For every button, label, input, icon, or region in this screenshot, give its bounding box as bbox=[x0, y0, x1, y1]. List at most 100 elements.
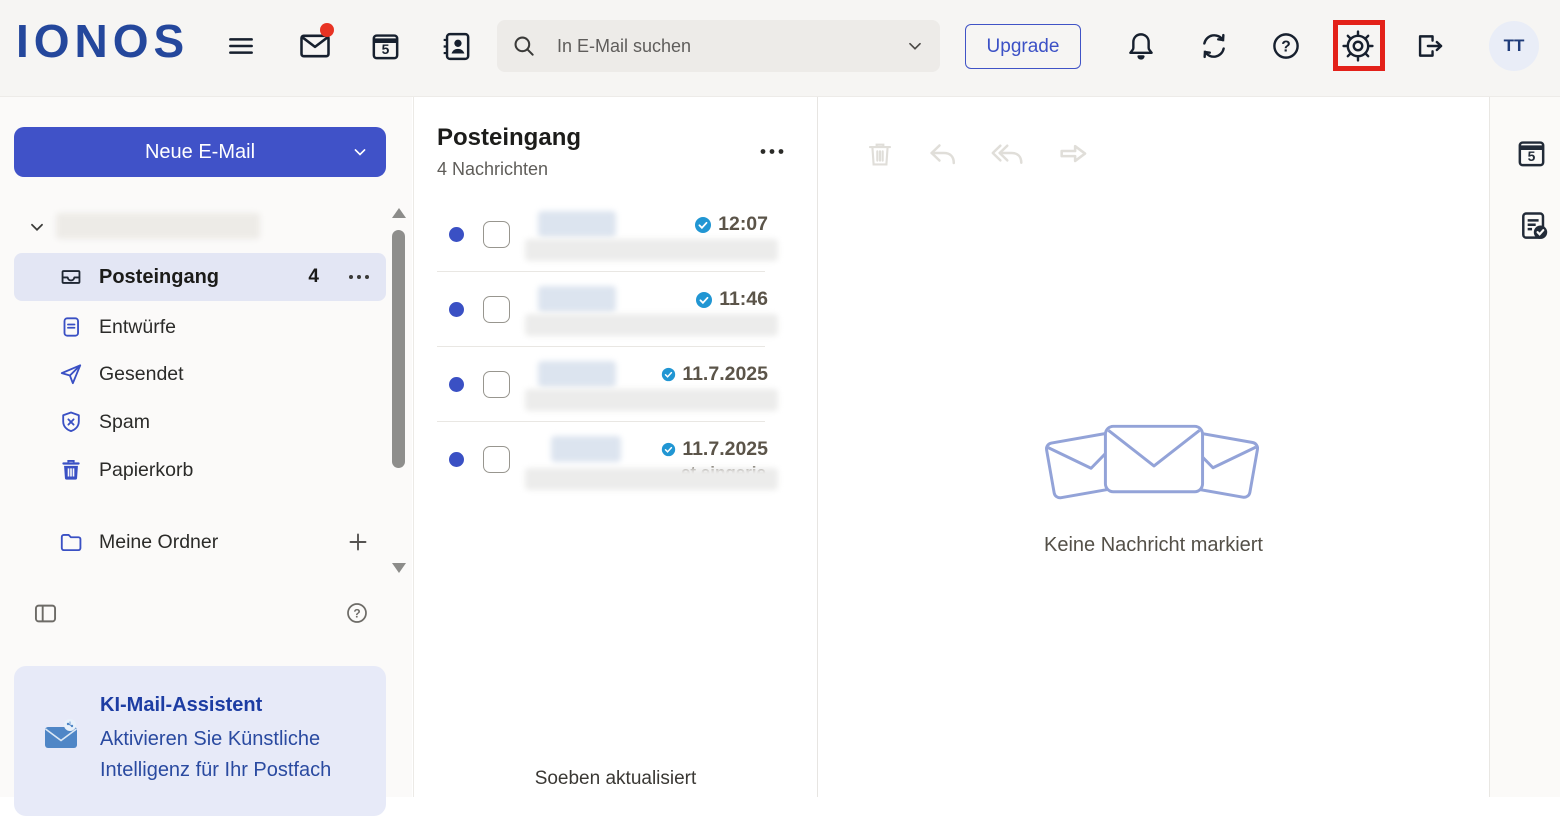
unread-dot bbox=[449, 227, 464, 242]
sender-redacted bbox=[538, 286, 616, 312]
help-icon: ? bbox=[1269, 29, 1303, 63]
chevron-down-icon bbox=[26, 216, 48, 238]
mail-module-button[interactable] bbox=[293, 24, 337, 68]
sidebar-item-label: Spam bbox=[99, 411, 150, 434]
folder-icon bbox=[58, 529, 84, 555]
trash-icon bbox=[864, 137, 896, 171]
rail-calendar-button[interactable]: 5 bbox=[1514, 136, 1549, 174]
empty-state-message: Keine Nachricht markiert bbox=[818, 534, 1489, 557]
folder-unread-count: 4 bbox=[308, 266, 319, 288]
gear-icon bbox=[1341, 29, 1375, 63]
unread-dot bbox=[449, 302, 464, 317]
contacts-module-button[interactable] bbox=[434, 24, 478, 68]
hamburger-menu-button[interactable] bbox=[219, 24, 263, 68]
reply-all-button[interactable] bbox=[984, 136, 1018, 172]
folder-more-icon[interactable] bbox=[348, 274, 370, 280]
message-list-count: 4 Nachrichten bbox=[437, 159, 548, 180]
list-refresh-status: Soeben aktualisiert bbox=[413, 768, 818, 790]
logout-icon bbox=[1413, 29, 1447, 63]
message-time: 11:46 bbox=[719, 288, 768, 311]
subject-redacted bbox=[525, 389, 778, 411]
svg-text:?: ? bbox=[353, 606, 360, 620]
scrollbar-thumb[interactable] bbox=[392, 230, 405, 468]
scrollbar-down-arrow[interactable] bbox=[392, 563, 406, 573]
list-more-button[interactable] bbox=[750, 134, 794, 168]
message-checkbox[interactable] bbox=[483, 446, 510, 473]
sidebar-item-label: Meine Ordner bbox=[99, 531, 218, 554]
subject-redacted bbox=[525, 314, 778, 336]
calendar-module-button[interactable]: 5 bbox=[363, 24, 407, 68]
ai-assistant-title: KI-Mail-Assistent bbox=[100, 694, 262, 717]
message-row[interactable]: 12:07 bbox=[413, 197, 818, 272]
scrollbar-up-arrow[interactable] bbox=[392, 208, 406, 218]
envelopes-illustration bbox=[1038, 420, 1266, 504]
forward-button[interactable] bbox=[1050, 136, 1084, 172]
subject-redacted bbox=[525, 239, 778, 261]
delete-message-button[interactable] bbox=[858, 136, 892, 172]
hamburger-icon bbox=[225, 30, 257, 62]
settings-button[interactable] bbox=[1336, 24, 1380, 68]
sidebar-item-label: Posteingang bbox=[99, 266, 219, 289]
sidebar-item-posteingang[interactable]: Posteingang 4 bbox=[14, 253, 386, 301]
sidebar-item-label: Papierkorb bbox=[99, 459, 193, 482]
svg-text:5: 5 bbox=[1528, 148, 1536, 164]
sidebar-item-papierkorb[interactable]: Papierkorb bbox=[14, 447, 386, 493]
sender-redacted bbox=[551, 436, 621, 462]
ai-assistant-card[interactable]: KI-Mail-Assistent Aktivieren Sie Künstli… bbox=[14, 666, 386, 816]
calendar-icon: 5 bbox=[368, 29, 403, 64]
sender-redacted bbox=[538, 361, 616, 387]
reply-button[interactable] bbox=[920, 136, 954, 172]
sidebar-help-button[interactable]: ? bbox=[338, 594, 376, 632]
account-collapse-chevron[interactable] bbox=[26, 216, 48, 243]
search-icon bbox=[511, 33, 537, 59]
question-circle-icon: ? bbox=[344, 600, 370, 626]
draft-document-icon bbox=[58, 314, 84, 340]
account-name-redacted[interactable] bbox=[56, 213, 260, 239]
message-checkbox[interactable] bbox=[483, 371, 510, 398]
right-rail bbox=[1489, 97, 1560, 797]
message-checkbox[interactable] bbox=[483, 296, 510, 323]
message-row[interactable]: 11:46 bbox=[413, 272, 818, 347]
verified-badge-icon bbox=[695, 291, 713, 309]
sidebar-item-spam[interactable]: Spam bbox=[14, 399, 386, 445]
trash-icon bbox=[58, 457, 84, 483]
rail-tasks-button[interactable] bbox=[1516, 208, 1551, 246]
top-bar: IONOS 5 Upgrade bbox=[0, 0, 1560, 97]
unread-dot bbox=[449, 377, 464, 392]
verified-badge-icon bbox=[661, 367, 676, 382]
logout-button[interactable] bbox=[1408, 24, 1452, 68]
sender-redacted bbox=[538, 211, 616, 237]
contacts-icon bbox=[439, 29, 474, 64]
message-row[interactable]: 11.7.2025 et eingerie bbox=[413, 422, 818, 497]
search-input[interactable] bbox=[555, 35, 904, 58]
ionos-logo[interactable]: IONOS bbox=[16, 14, 189, 68]
compose-label: Neue E-Mail bbox=[145, 141, 255, 163]
sidebar-item-label: Entwürfe bbox=[99, 316, 176, 339]
ai-assistant-icon bbox=[44, 718, 80, 750]
add-folder-button[interactable] bbox=[346, 530, 370, 554]
notifications-button[interactable] bbox=[1119, 24, 1163, 68]
subject-redacted bbox=[525, 468, 778, 490]
help-button[interactable]: ? bbox=[1264, 24, 1308, 68]
compose-chevron-icon[interactable] bbox=[350, 142, 370, 162]
message-list-title: Posteingang bbox=[437, 124, 581, 152]
avatar[interactable]: TT bbox=[1489, 21, 1539, 71]
sidebar-item-gesendet[interactable]: Gesendet bbox=[14, 351, 386, 397]
send-icon bbox=[58, 361, 84, 387]
forward-arrow-icon bbox=[1056, 137, 1090, 171]
collapse-sidebar-button[interactable] bbox=[26, 594, 64, 632]
search-options-chevron-icon[interactable] bbox=[904, 35, 926, 57]
refresh-button[interactable] bbox=[1192, 24, 1236, 68]
calendar-icon: 5 bbox=[1514, 136, 1549, 171]
message-checkbox[interactable] bbox=[483, 221, 510, 248]
sidebar-item-meine-ordner[interactable]: Meine Ordner bbox=[14, 519, 386, 565]
ai-assistant-description: Aktivieren Sie Künstliche Intelligenz fü… bbox=[100, 724, 358, 786]
search-bar[interactable] bbox=[497, 20, 940, 72]
message-row[interactable]: 11.7.2025 bbox=[413, 347, 818, 422]
svg-text:5: 5 bbox=[381, 40, 389, 56]
bell-icon bbox=[1124, 29, 1158, 63]
upgrade-button[interactable]: Upgrade bbox=[965, 24, 1081, 69]
reply-all-arrow-icon bbox=[990, 137, 1026, 171]
sidebar-item-entwuerfe[interactable]: Entwürfe bbox=[14, 305, 386, 349]
compose-button[interactable]: Neue E-Mail bbox=[14, 127, 386, 177]
